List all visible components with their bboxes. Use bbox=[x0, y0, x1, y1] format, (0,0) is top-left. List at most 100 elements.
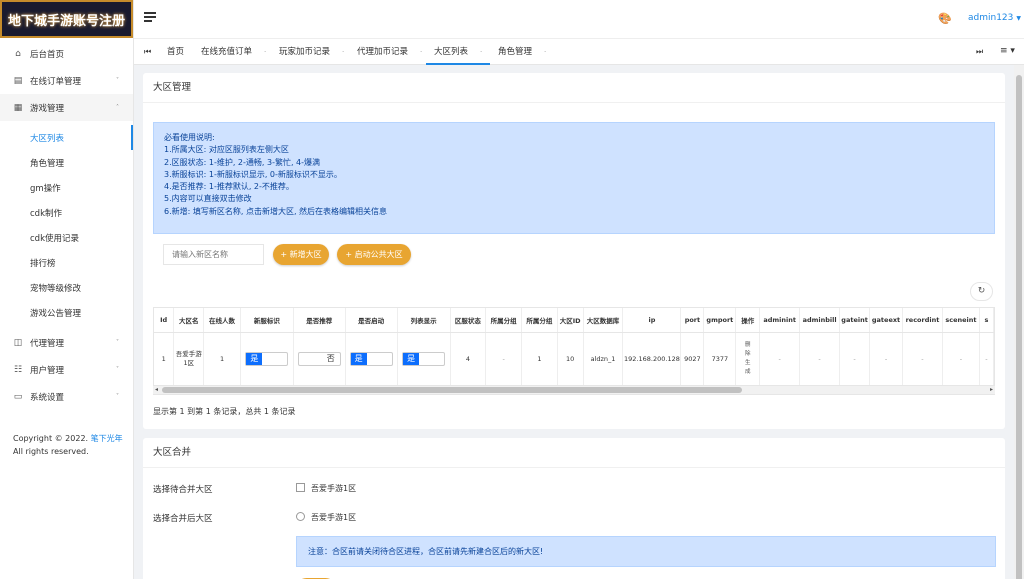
column-header[interactable]: recordint bbox=[902, 308, 943, 333]
tab-home[interactable]: 首页 bbox=[167, 39, 184, 65]
column-header[interactable]: s bbox=[979, 308, 994, 333]
sidebar-item-dashboard[interactable]: ⌂ 后台首页 bbox=[0, 40, 133, 67]
column-header[interactable]: 是否推荐 bbox=[293, 308, 346, 333]
recommend-toggle[interactable]: 否 bbox=[297, 351, 341, 366]
sidebar-item-cdk-make[interactable]: cdk制作 bbox=[0, 200, 133, 225]
copyright-link[interactable]: 笔下光年 bbox=[91, 434, 123, 443]
cell-group2[interactable]: 1 bbox=[521, 332, 558, 385]
cell-recommend[interactable]: 否 bbox=[293, 332, 346, 385]
add-region-button[interactable]: + 新增大区 bbox=[273, 244, 329, 265]
new-region-input[interactable] bbox=[163, 244, 264, 265]
cell-group1[interactable]: - bbox=[485, 332, 523, 385]
cell-status[interactable]: 4 bbox=[450, 332, 487, 385]
column-header[interactable]: 是否启动 bbox=[345, 308, 398, 333]
public-region-button[interactable]: + 启动公共大区 bbox=[337, 244, 411, 265]
toggle-on-label: 是 bbox=[403, 352, 420, 365]
cell-adminint[interactable]: - bbox=[759, 332, 801, 385]
top-header: 🎨 admin123 ▼ bbox=[134, 0, 1024, 38]
column-header[interactable]: sceneint bbox=[942, 308, 980, 333]
cell-database[interactable]: aldzn_1 bbox=[583, 332, 624, 385]
column-header[interactable]: 大区名 bbox=[173, 308, 205, 333]
sidebar-item-pet-level[interactable]: 宠物等级修改 bbox=[0, 275, 133, 300]
column-header[interactable]: ip bbox=[622, 308, 682, 333]
cell-list-show[interactable]: 是 bbox=[397, 332, 451, 385]
column-header[interactable]: 列表显示 bbox=[397, 308, 451, 333]
column-header[interactable]: 大区ID bbox=[557, 308, 584, 333]
page-scrollbar[interactable] bbox=[1014, 65, 1024, 579]
column-header[interactable]: adminint bbox=[759, 308, 801, 333]
sidebar-item-region-list[interactable]: 大区列表 bbox=[0, 125, 133, 150]
sidebar-item-game[interactable]: ▦ 游戏管理 ˄ bbox=[0, 94, 133, 121]
sidebar-item-settings[interactable]: ▭ 系统设置 ˅ bbox=[0, 383, 133, 410]
column-header[interactable]: adminbill bbox=[799, 308, 841, 333]
target-region-radio[interactable] bbox=[296, 512, 305, 521]
tab-recharge-orders[interactable]: 在线充值订单 · bbox=[201, 39, 266, 65]
tabs-scroll-left-icon[interactable]: ⏮ bbox=[144, 47, 151, 57]
cell-name[interactable]: 吾爱手游1区 bbox=[173, 332, 205, 385]
generate-link[interactable]: 生成 bbox=[744, 359, 752, 377]
column-header[interactable]: port bbox=[680, 308, 705, 333]
tab-close-icon[interactable]: · bbox=[544, 48, 546, 56]
column-header[interactable]: 所属分组 bbox=[521, 308, 558, 333]
page-scroll-thumb[interactable] bbox=[1016, 75, 1022, 579]
scroll-right-icon[interactable]: ▸ bbox=[990, 386, 993, 394]
menu-toggle-icon[interactable] bbox=[144, 12, 156, 22]
scroll-left-icon[interactable]: ◂ bbox=[155, 386, 158, 394]
cell-more[interactable]: - bbox=[979, 332, 994, 385]
tabs-menu-icon[interactable]: ≡ ▾ bbox=[1000, 46, 1015, 56]
logo[interactable]: 地下城手游账号注册 bbox=[0, 0, 133, 38]
source-region-option[interactable]: 吾爱手游1区 bbox=[311, 483, 356, 494]
cell-sceneint[interactable]: - bbox=[942, 332, 980, 385]
column-header[interactable]: 大区数据库 bbox=[583, 308, 624, 333]
refresh-button[interactable]: ↻ bbox=[970, 282, 993, 301]
sidebar-item-agent[interactable]: ◫ 代理管理 ˅ bbox=[0, 329, 133, 356]
delete-link[interactable]: 删除 bbox=[744, 341, 752, 359]
sidebar-item-cdk-records[interactable]: cdk使用记录 bbox=[0, 225, 133, 250]
user-menu[interactable]: admin123 ▼ bbox=[968, 13, 1021, 23]
column-header[interactable]: 在线人数 bbox=[203, 308, 241, 333]
new-flag-toggle[interactable]: 是 bbox=[245, 351, 289, 366]
cell-new-flag[interactable]: 是 bbox=[240, 332, 294, 385]
cell-enabled[interactable]: 是 bbox=[345, 332, 398, 385]
tab-player-coins[interactable]: 玩家加币记录 · bbox=[279, 39, 344, 65]
tab-close-icon[interactable]: · bbox=[420, 48, 422, 56]
column-header[interactable]: 区服状态 bbox=[450, 308, 487, 333]
cell-recordint[interactable]: - bbox=[902, 332, 943, 385]
column-header[interactable]: gmport bbox=[703, 308, 737, 333]
cell-region-id[interactable]: 10 bbox=[557, 332, 584, 385]
tab-agent-coins[interactable]: 代理加币记录 · bbox=[357, 39, 422, 65]
cell-gmport[interactable]: 7377 bbox=[703, 332, 737, 385]
column-header[interactable]: 所属分组 bbox=[485, 308, 523, 333]
tab-close-icon[interactable]: · bbox=[264, 48, 266, 56]
tab-close-icon[interactable]: · bbox=[342, 48, 344, 56]
source-region-checkbox[interactable] bbox=[296, 483, 305, 492]
sidebar-item-announcements[interactable]: 游戏公告管理 bbox=[0, 300, 133, 325]
target-region-option[interactable]: 吾爱手游1区 bbox=[311, 512, 356, 523]
cell-adminbill[interactable]: - bbox=[799, 332, 841, 385]
tab-region-list[interactable]: 大区列表 · bbox=[426, 39, 491, 65]
sidebar-item-users[interactable]: ☷ 用户管理 ˅ bbox=[0, 356, 133, 383]
tabs-scroll-right-icon[interactable]: ⏭ bbox=[976, 47, 983, 57]
tab-role-manage[interactable]: 角色管理 · bbox=[498, 39, 546, 65]
tab-close-icon[interactable]: · bbox=[480, 48, 482, 56]
palette-icon[interactable]: 🎨 bbox=[938, 12, 952, 25]
cell-port[interactable]: 9027 bbox=[680, 332, 705, 385]
cell-ip[interactable]: 192.168.200.128 bbox=[622, 332, 682, 385]
sidebar-item-orders[interactable]: ▤ 在线订单管理 ˅ bbox=[0, 67, 133, 94]
column-header[interactable]: Id bbox=[154, 308, 175, 333]
column-header[interactable]: gateint bbox=[839, 308, 871, 333]
column-header[interactable]: gateext bbox=[869, 308, 903, 333]
cell-online[interactable]: 1 bbox=[203, 332, 241, 385]
sidebar-item-gm[interactable]: gm操作 bbox=[0, 175, 133, 200]
scroll-thumb[interactable] bbox=[162, 387, 742, 393]
sidebar-item-role-manage[interactable]: 角色管理 bbox=[0, 150, 133, 175]
sidebar-item-ranking[interactable]: 排行榜 bbox=[0, 250, 133, 275]
cell-gateint[interactable]: - bbox=[839, 332, 871, 385]
column-header[interactable]: 新服标识 bbox=[240, 308, 294, 333]
table-horizontal-scrollbar[interactable]: ◂ ▸ bbox=[153, 385, 995, 394]
cell-id[interactable]: 1 bbox=[154, 332, 175, 385]
list-show-toggle[interactable]: 是 bbox=[402, 351, 446, 366]
cell-gateext[interactable]: - bbox=[869, 332, 903, 385]
enabled-toggle[interactable]: 是 bbox=[349, 351, 393, 366]
chevron-down-icon: ˅ bbox=[116, 366, 119, 373]
